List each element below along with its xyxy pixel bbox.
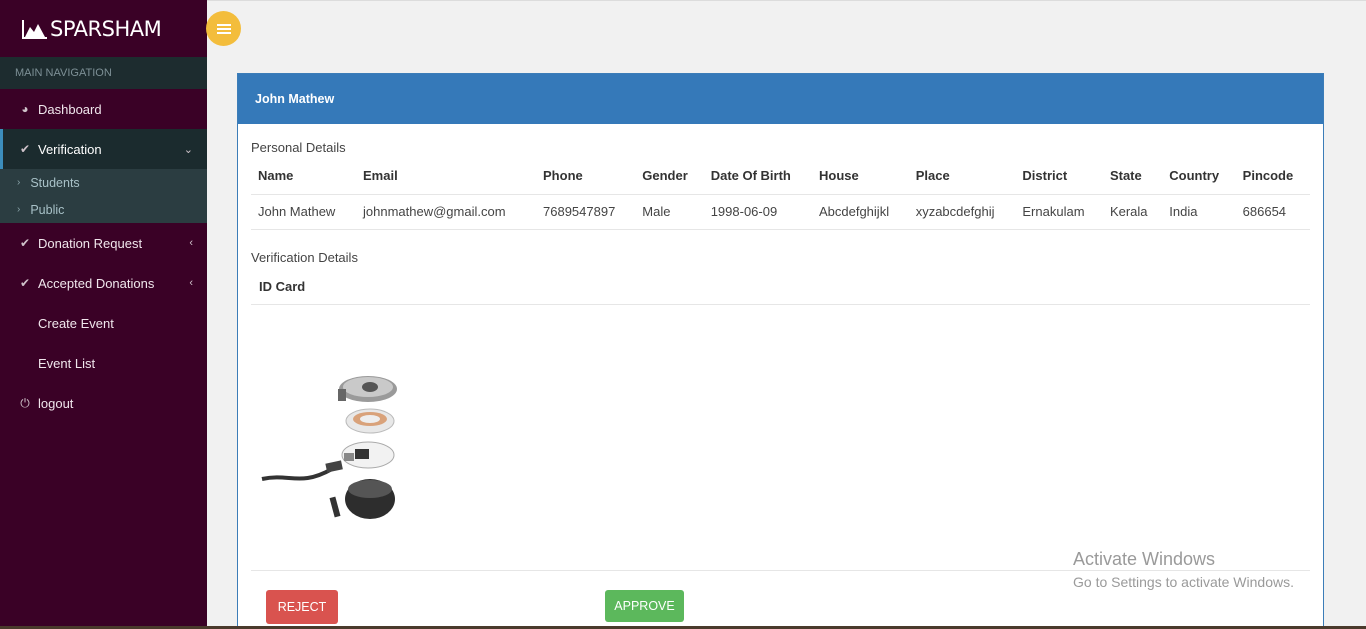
activate-windows-watermark: Activate Windows Go to Settings to activ… [1073, 549, 1294, 590]
column-header: Place [908, 158, 1016, 195]
table-cell: 1998-06-09 [703, 194, 812, 230]
column-header: Name [251, 158, 357, 195]
sidebar-item-label: Accepted Donations [38, 275, 155, 291]
sidebar-item-accepted-donations[interactable]: ✔ Accepted Donations ‹ [0, 263, 207, 303]
sidebar-subitem-label: Public [30, 202, 65, 217]
column-header: House [811, 158, 909, 195]
table-cell: Ernakulam [1015, 194, 1103, 230]
sidebar-toggle-button[interactable] [206, 11, 241, 46]
top-border [207, 0, 1366, 1]
column-header: Pincode [1235, 158, 1310, 195]
sidebar-subitem-students[interactable]: › Students [0, 169, 207, 196]
table-row: John Mathew johnmathew@gmail.com 7689547… [251, 194, 1310, 230]
sidebar-item-create-event[interactable]: Create Event [0, 303, 207, 343]
chevron-left-icon: ‹ [189, 237, 193, 249]
check-icon: ✔ [19, 142, 31, 156]
hamburger-icon [216, 23, 231, 34]
check-icon: ✔ [19, 236, 31, 250]
power-icon: ⏻ [20, 395, 30, 410]
sidebar-item-label: Create Event [38, 315, 114, 331]
chevron-right-icon: › [17, 177, 21, 188]
sidebar-item-label: Event List [38, 355, 96, 371]
verification-details-title: Verification Details [251, 250, 358, 265]
sidebar-item-logout[interactable]: ⏻ logout [0, 383, 207, 423]
column-header: Gender [635, 158, 704, 195]
reject-button[interactable]: REJECT [266, 590, 338, 624]
id-card-label: ID Card [251, 268, 1310, 305]
watermark-line1: Activate Windows [1073, 549, 1216, 569]
sidebar-item-label: Dashboard [38, 101, 102, 117]
chevron-right-icon: › [17, 204, 21, 215]
verification-card: John Mathew Personal Details Name Email … [237, 73, 1324, 629]
check-icon: ✔ [19, 276, 31, 290]
table-cell: 7689547897 [536, 194, 636, 230]
brand-name: SPARSHAM [50, 16, 162, 41]
sidebar-item-label: Donation Request [38, 235, 143, 251]
sidebar-item-dashboard[interactable]: ◕ Dashboard [0, 89, 207, 129]
mountain-logo-icon [22, 19, 47, 39]
card-title: John Mathew [238, 74, 1323, 124]
personal-details-table: Name Email Phone Gender Date Of Birth Ho… [251, 158, 1310, 230]
personal-details-title: Personal Details [251, 140, 346, 155]
watermark-line2: Go to Settings to activate Windows. [1073, 574, 1294, 590]
table-cell: Male [635, 194, 704, 230]
column-header: Email [356, 158, 537, 195]
table-header-row: Name Email Phone Gender Date Of Birth Ho… [251, 158, 1310, 195]
column-header: State [1102, 158, 1163, 195]
nav-header: MAIN NAVIGATION [0, 57, 207, 89]
table-cell: John Mathew [251, 194, 357, 230]
table-cell: Kerala [1102, 194, 1163, 230]
sidebar-item-label: logout [38, 395, 74, 411]
approve-button[interactable]: APPROVE [605, 590, 684, 622]
sidebar-subitem-label: Students [30, 175, 80, 190]
table-cell: 686654 [1235, 194, 1310, 230]
sidebar-item-verification[interactable]: ✔ Verification ⌄ [0, 129, 207, 169]
chevron-down-icon: ⌄ [183, 143, 193, 156]
column-header: Date Of Birth [703, 158, 812, 195]
id-card-image [261, 376, 397, 519]
table-cell: johnmathew@gmail.com [356, 194, 537, 230]
sidebar-subitem-public[interactable]: › Public [0, 196, 207, 223]
column-header: Phone [536, 158, 636, 195]
sidebar: SPARSHAM MAIN NAVIGATION ◕ Dashboard ✔ V… [0, 0, 207, 629]
sidebar-item-label: Verification [38, 141, 102, 157]
brand-logo[interactable]: SPARSHAM [0, 0, 207, 57]
table-cell: xyzabcdefghij [908, 194, 1016, 230]
verification-submenu: › Students › Public [0, 169, 207, 223]
sidebar-item-event-list[interactable]: Event List [0, 343, 207, 383]
sidebar-item-donation-request[interactable]: ✔ Donation Request ‹ [0, 223, 207, 263]
table-cell: Abcdefghijkl [811, 194, 909, 230]
column-header: District [1015, 158, 1103, 195]
column-header: Country [1162, 158, 1236, 195]
chevron-left-icon: ‹ [189, 277, 193, 289]
dashboard-icon: ◕ [21, 102, 29, 116]
table-cell: India [1162, 194, 1236, 230]
